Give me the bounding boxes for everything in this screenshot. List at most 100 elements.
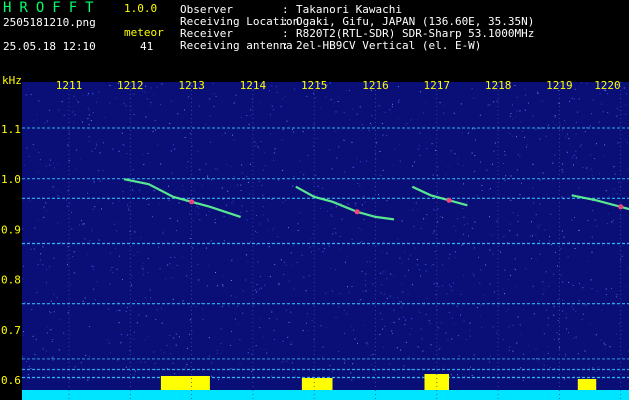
noise-speck [579,145,581,147]
noise-speck [575,121,577,123]
noise-speck [362,290,364,292]
noise-speck [608,195,610,197]
noise-speck [69,203,71,205]
noise-speck [549,240,551,242]
noise-speck [302,330,304,332]
noise-speck [486,169,488,171]
noise-speck [322,251,324,253]
noise-speck [144,361,146,363]
noise-speck [70,284,72,286]
noise-speck [568,281,570,283]
noise-speck [145,116,147,118]
noise-speck [247,352,249,354]
noise-speck [307,154,309,156]
noise-speck [494,142,496,144]
noise-speck [138,314,140,316]
noise-speck [552,273,554,275]
noise-speck [311,320,313,322]
noise-speck [309,238,311,240]
noise-speck [184,137,186,138]
noise-speck [557,299,559,301]
noise-speck [83,223,85,225]
noise-speck [176,230,177,231]
noise-speck [460,293,462,295]
noise-speck [249,163,251,165]
noise-speck [440,322,442,324]
noise-speck [87,254,89,256]
noise-speck [227,190,229,192]
noise-speck [68,132,70,134]
noise-speck [314,97,316,98]
noise-speck [561,169,563,171]
noise-speck [365,160,367,162]
noise-speck [359,185,361,187]
noise-speck [479,114,481,116]
noise-speck [619,215,621,217]
noise-speck [121,132,123,134]
noise-speck [112,202,114,204]
noise-speck [324,248,326,250]
noise-speck [255,345,257,347]
noise-speck [220,328,222,330]
noise-speck [215,218,216,220]
noise-speck [625,139,627,140]
noise-speck [325,96,326,98]
noise-speck [228,305,230,307]
noise-speck [595,143,597,145]
noise-speck [454,251,456,253]
noise-speck [148,204,150,205]
noise-speck [276,86,278,88]
x-tick-label: 1217 [424,79,451,92]
noise-speck [207,175,208,177]
noise-speck [92,112,94,114]
noise-speck [259,288,260,290]
noise-speck [564,355,566,357]
noise-speck [591,113,592,115]
noise-speck [217,349,218,351]
noise-speck [320,207,322,209]
noise-speck [408,269,409,271]
noise-speck [53,293,55,295]
noise-speck [613,166,615,168]
noise-speck [49,310,50,312]
noise-speck [182,185,184,186]
noise-speck [120,342,122,344]
noise-speck [391,332,393,334]
noise-speck [190,319,191,321]
signal-level-baseline [22,390,629,400]
noise-speck [604,344,606,346]
noise-speck [496,100,498,102]
noise-speck [231,259,233,260]
noise-speck [442,285,444,287]
noise-speck [34,354,36,355]
noise-speck [126,153,128,154]
y-tick-label: 1.1 [1,123,21,136]
noise-speck [510,274,511,276]
noise-speck [211,179,212,181]
noise-speck [335,232,337,234]
noise-speck [343,310,345,312]
noise-speck [366,342,368,344]
noise-speck [391,177,393,178]
noise-speck [288,321,290,323]
noise-speck [457,335,459,337]
noise-speck [287,227,289,229]
noise-speck [445,207,446,209]
noise-speck [463,216,465,218]
noise-speck [159,268,161,270]
noise-speck [573,375,575,377]
noise-speck [278,282,280,284]
spectrogram-background [22,82,629,400]
noise-speck [190,176,191,178]
noise-speck [140,237,142,239]
noise-speck [468,235,469,237]
noise-speck [433,230,435,232]
noise-speck [67,255,69,257]
noise-speck [457,374,458,376]
noise-speck [471,152,473,154]
noise-speck [201,184,203,186]
noise-speck [216,352,218,354]
noise-speck [95,142,97,144]
noise-speck [165,278,167,280]
noise-speck [291,362,293,364]
